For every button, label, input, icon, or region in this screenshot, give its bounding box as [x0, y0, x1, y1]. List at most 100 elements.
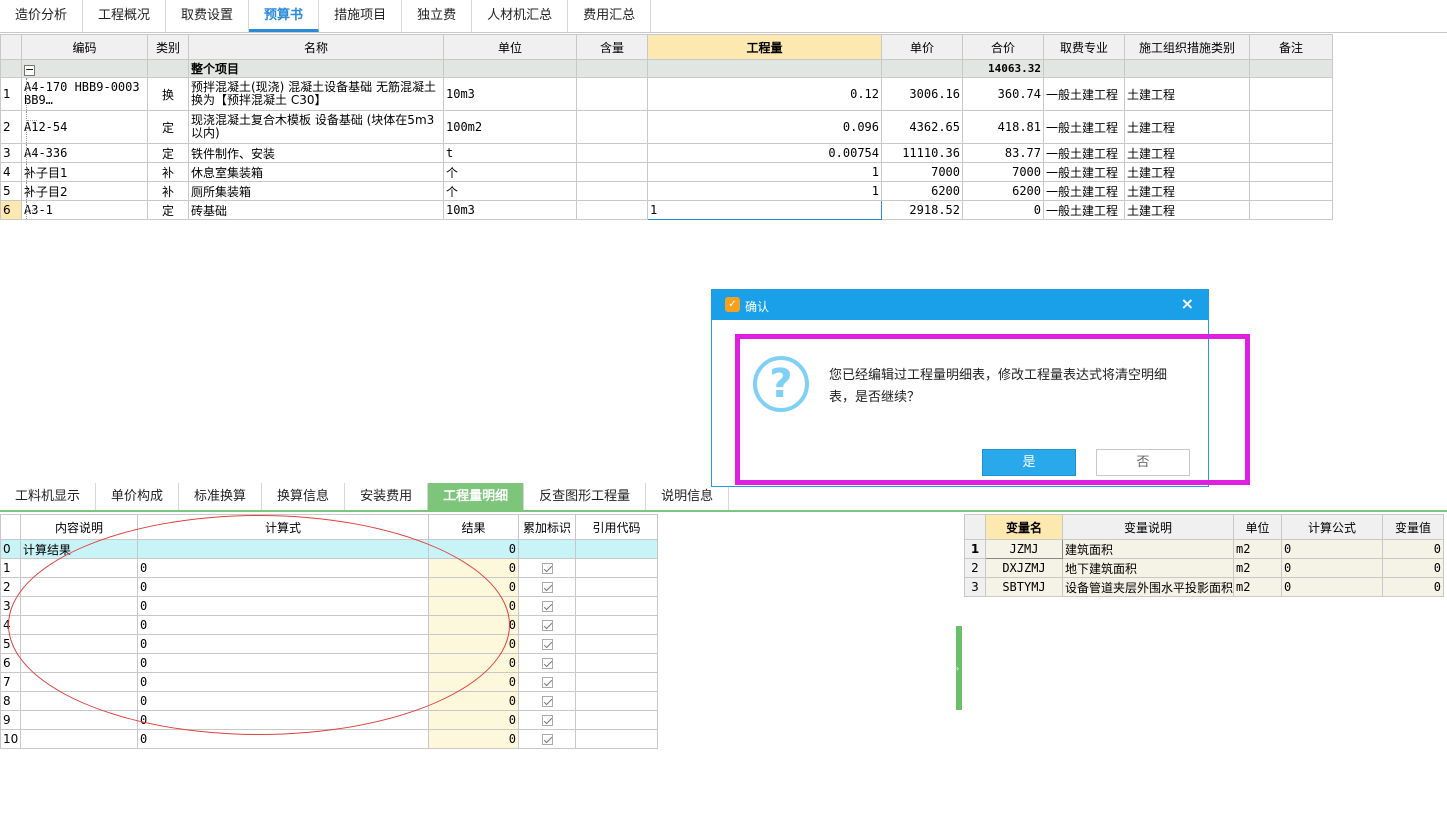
header-content-desc[interactable]: 内容说明 — [20, 514, 138, 540]
header-unit-price[interactable]: 单价 — [881, 34, 963, 60]
tab-fee-summary[interactable]: 费用汇总 — [568, 0, 652, 32]
summary-total: 14063.32 — [962, 59, 1044, 78]
header-rownum — [0, 34, 22, 60]
table-row[interactable]: 4 补子目1 补 休息室集装箱 个 1 7000 7000 一般土建工程 土建工… — [0, 162, 1333, 182]
table-row[interactable]: 200 — [0, 577, 658, 597]
header-name[interactable]: 名称 — [188, 34, 444, 60]
accumulate-checkbox[interactable] — [541, 620, 553, 631]
table-header: 变量名 变量说明 单位 计算公式 变量值 — [964, 514, 1444, 540]
accumulate-checkbox[interactable] — [541, 715, 553, 726]
accumulate-checkbox[interactable] — [541, 658, 553, 669]
header-var-value[interactable]: 变量值 — [1382, 514, 1444, 540]
tab-quantity-detail[interactable]: 工程量明细 — [428, 483, 525, 510]
row-code: 补子目1 — [21, 162, 148, 182]
table-row-selected[interactable]: 6 A3-1 定 砖基础 10m3 1 2918.52 0 一般土建工程 土建工… — [0, 200, 1333, 220]
accumulate-checkbox[interactable] — [541, 734, 553, 745]
detail-tab-bar: 工料机显示 单价构成 标准换算 换算信息 安装费用 工程量明细 反查图形工程量 … — [0, 483, 1447, 512]
table-row[interactable]: 10 0 0 — [0, 729, 658, 749]
top-tab-bar: 造价分析 工程概况 取费设置 预算书 措施项目 独立费 人材机汇总 费用汇总 — [0, 0, 1447, 33]
tab-conversion-info[interactable]: 换算信息 — [262, 483, 346, 510]
tab-labor-material[interactable]: 工料机显示 — [0, 483, 97, 510]
table-header: 编码 类别 名称 单位 含量 工程量 单价 合价 取费专业 施工组织措施类别 备… — [0, 34, 1333, 60]
header-type[interactable]: 类别 — [147, 34, 189, 60]
table-row[interactable]: 300 — [0, 596, 658, 616]
table-row[interactable]: 800 — [0, 691, 658, 711]
table-row[interactable]: 2 A12-54 定 现浇混凝土复合木模板 设备基础 (块体在5m3以内) 10… — [0, 110, 1333, 144]
header-result[interactable]: 结果 — [428, 514, 519, 540]
table-row[interactable]: 600 — [0, 653, 658, 673]
header-code[interactable]: 编码 — [21, 34, 148, 60]
summary-rownum — [0, 59, 22, 78]
tab-independent-fee[interactable]: 独立费 — [402, 0, 473, 32]
header-fee-specialty[interactable]: 取费专业 — [1043, 34, 1125, 60]
splitter-arrow-icon: › — [956, 664, 960, 673]
tab-install-fee[interactable]: 安装费用 — [345, 483, 429, 510]
tab-fee-settings[interactable]: 取费设置 — [166, 0, 250, 32]
row-code: A4-170 HBB9-0003 BB9… — [21, 77, 148, 111]
dialog-titlebar[interactable]: ✓ 确认 × — [712, 290, 1208, 320]
tab-standard-conversion[interactable]: 标准换算 — [179, 483, 263, 510]
tab-budget-book[interactable]: 预算书 — [249, 0, 320, 32]
summary-row[interactable]: − 整个项目 14063.32 — [0, 59, 1333, 78]
accumulate-checkbox[interactable] — [541, 601, 553, 612]
accumulate-checkbox[interactable] — [541, 563, 553, 574]
table-header: 内容说明 计算式 结果 累加标识 引用代码 — [0, 514, 658, 540]
header-var-desc[interactable]: 变量说明 — [1062, 514, 1234, 540]
accumulate-checkbox[interactable] — [541, 696, 553, 707]
tab-cost-analysis[interactable]: 造价分析 — [0, 0, 84, 32]
header-measure-category[interactable]: 施工组织措施类别 — [1124, 34, 1250, 60]
header-remark[interactable]: 备注 — [1249, 34, 1333, 60]
table-row[interactable]: 400 — [0, 615, 658, 635]
header-var-unit[interactable]: 单位 — [1233, 514, 1282, 540]
row-code: A12-54 — [21, 110, 148, 144]
tab-description[interactable]: 说明信息 — [646, 483, 730, 510]
header-unit[interactable]: 单位 — [443, 34, 577, 60]
confirm-dialog: ✓ 确认 × ? 您已经编辑过工程量明细表，修改工程量表达式将清空明细表，是否继… — [711, 289, 1209, 487]
header-formula[interactable]: 计算式 — [137, 514, 429, 540]
quantity-detail-table: 内容说明 计算式 结果 累加标识 引用代码 0 计算结果 0 100 200 3… — [0, 514, 658, 749]
dialog-title: 确认 — [745, 300, 770, 314]
header-content[interactable]: 含量 — [576, 34, 648, 60]
table-row[interactable]: 3 SBTYMJ 设备管道夹层外围水平投影面积 m2 0 0 — [964, 577, 1444, 597]
header-var-formula[interactable]: 计算公式 — [1281, 514, 1383, 540]
variable-table: 变量名 变量说明 单位 计算公式 变量值 1 JZMJ 建筑面积 m2 0 0 … — [964, 514, 1444, 597]
table-row[interactable]: 2 DXJZMJ 地下建筑面积 m2 0 0 — [964, 558, 1444, 578]
collapse-icon[interactable]: − — [24, 64, 35, 76]
table-row[interactable]: 100 — [0, 558, 658, 578]
row-code: A3-1 — [21, 200, 148, 220]
table-row[interactable]: 700 — [0, 672, 658, 692]
yes-button[interactable]: 是 — [982, 449, 1076, 476]
budget-table: 编码 类别 名称 单位 含量 工程量 单价 合价 取费专业 施工组织措施类别 备… — [0, 34, 1333, 220]
no-button[interactable]: 否 — [1096, 449, 1190, 476]
tab-reverse-graphic-quantity[interactable]: 反查图形工程量 — [524, 483, 647, 510]
tab-unit-price-composition[interactable]: 单价构成 — [96, 483, 180, 510]
header-quantity[interactable]: 工程量 — [647, 34, 882, 60]
close-icon[interactable]: × — [1181, 294, 1194, 313]
table-row[interactable]: 900 — [0, 710, 658, 730]
header-accumulate[interactable]: 累加标识 — [518, 514, 576, 540]
collapse-cell: − — [21, 59, 148, 78]
accumulate-checkbox[interactable] — [541, 582, 553, 593]
tab-material-summary[interactable]: 人材机汇总 — [472, 0, 569, 32]
table-row[interactable]: 1 A4-170 HBB9-0003 BB9… 换 预拌混凝土(现浇) 混凝土设… — [0, 77, 1333, 111]
quantity-edit-input[interactable]: 1 — [647, 200, 882, 220]
header-var-name[interactable]: 变量名 — [985, 514, 1063, 540]
accumulate-checkbox[interactable] — [541, 639, 553, 650]
table-row[interactable]: 5 补子目2 补 厕所集装箱 个 1 6200 6200 一般土建工程 土建工程 — [0, 181, 1333, 201]
row-code: 补子目2 — [21, 181, 148, 201]
header-total[interactable]: 合价 — [962, 34, 1044, 60]
question-icon: ? — [753, 356, 809, 412]
table-row[interactable]: 1 JZMJ 建筑面积 m2 0 0 — [964, 539, 1444, 559]
tab-project-overview[interactable]: 工程概况 — [83, 0, 167, 32]
tab-measures[interactable]: 措施项目 — [319, 0, 403, 32]
accumulate-checkbox[interactable] — [541, 677, 553, 688]
app-logo-icon: ✓ — [725, 297, 740, 312]
row-code: A4-336 — [21, 143, 148, 163]
table-row[interactable]: 500 — [0, 634, 658, 654]
dialog-message: 您已经编辑过工程量明细表，修改工程量表达式将清空明细表，是否继续？ — [829, 368, 1168, 405]
table-row[interactable]: 3 A4-336 定 铁件制作、安装 t 0.00754 11110.36 83… — [0, 143, 1333, 163]
result-row[interactable]: 0 计算结果 0 — [0, 539, 658, 559]
panel-splitter-handle[interactable]: › — [956, 626, 962, 710]
summary-name: 整个项目 — [188, 59, 444, 78]
header-ref-code[interactable]: 引用代码 — [575, 514, 658, 540]
